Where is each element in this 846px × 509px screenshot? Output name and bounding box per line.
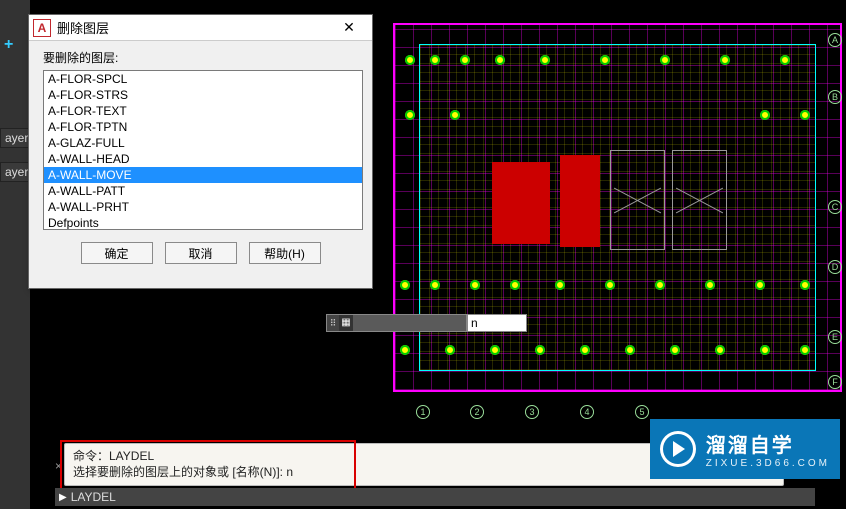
- layer-item[interactable]: A-FLOR-TPTN: [44, 119, 362, 135]
- dynamic-input-field[interactable]: n: [467, 314, 527, 332]
- cancel-button[interactable]: 取消: [165, 242, 237, 264]
- layer-item[interactable]: A-WALL-MOVE: [44, 167, 362, 183]
- layer-listbox[interactable]: A-FLOR-SPCLA-FLOR-STRSA-FLOR-TEXTA-FLOR-…: [43, 70, 363, 230]
- red-block-1: [492, 162, 550, 244]
- play-icon: [660, 431, 696, 467]
- watermark-brand: 溜溜自学: [706, 429, 830, 458]
- axis-right-c: C: [828, 200, 842, 214]
- dialog-title: 删除图层: [51, 18, 330, 37]
- axis-bottom-4: 4: [580, 405, 594, 419]
- layer-item[interactable]: A-FLOR-STRS: [44, 87, 362, 103]
- layer-item[interactable]: A-WALL-HEAD: [44, 151, 362, 167]
- layer-item[interactable]: A-WALL-PRHT: [44, 199, 362, 215]
- cross-box-1: [610, 150, 665, 250]
- autocad-app-icon: A: [33, 19, 51, 37]
- layer-item[interactable]: A-FLOR-SPCL: [44, 71, 362, 87]
- layer-item[interactable]: A-GLAZ-FULL: [44, 135, 362, 151]
- axis-bottom-3: 3: [525, 405, 539, 419]
- axis-bottom-1: 1: [416, 405, 430, 419]
- ok-button[interactable]: 确定: [81, 242, 153, 264]
- axis-bottom-2: 2: [470, 405, 484, 419]
- axis-right-a: A: [828, 33, 842, 47]
- dialog-prompt: 要删除的图层:: [43, 49, 358, 66]
- delete-layer-dialog: A 删除图层 ✕ 要删除的图层: A-FLOR-SPCLA-FLOR-STRSA…: [28, 14, 373, 289]
- cross-box-2: [672, 150, 727, 250]
- command-line[interactable]: ▶ LAYDEL: [55, 488, 815, 506]
- chevron-right-icon: ▶: [59, 492, 67, 503]
- dialog-titlebar[interactable]: A 删除图层 ✕: [29, 15, 372, 41]
- drag-handle-icon[interactable]: ⠿: [327, 315, 339, 331]
- layer-item[interactable]: A-WALL-PATT: [44, 183, 362, 199]
- red-block-2: [560, 155, 600, 247]
- left-panel-strip: [0, 0, 30, 509]
- help-button[interactable]: 帮助(H): [249, 242, 321, 264]
- watermark-badge: 溜溜自学 ZIXUE.3D66.COM: [650, 419, 840, 479]
- input-mode-icon[interactable]: ▦: [339, 315, 353, 331]
- axis-right-b: B: [828, 90, 842, 104]
- axis-bottom-5: 5: [635, 405, 649, 419]
- close-icon[interactable]: ✕: [330, 15, 368, 40]
- watermark-domain: ZIXUE.3D66.COM: [706, 458, 830, 469]
- history-close-icon[interactable]: ×: [55, 458, 62, 474]
- plus-icon[interactable]: +: [4, 36, 13, 54]
- axis-right-f: F: [828, 375, 842, 389]
- layer-item[interactable]: Defpoints: [44, 215, 362, 230]
- command-live-text: LAYDEL: [71, 490, 116, 504]
- dynamic-input-bar[interactable]: ⠿ ▦: [326, 314, 467, 332]
- axis-right-d: D: [828, 260, 842, 274]
- axis-right-e: E: [828, 330, 842, 344]
- layer-item[interactable]: A-FLOR-TEXT: [44, 103, 362, 119]
